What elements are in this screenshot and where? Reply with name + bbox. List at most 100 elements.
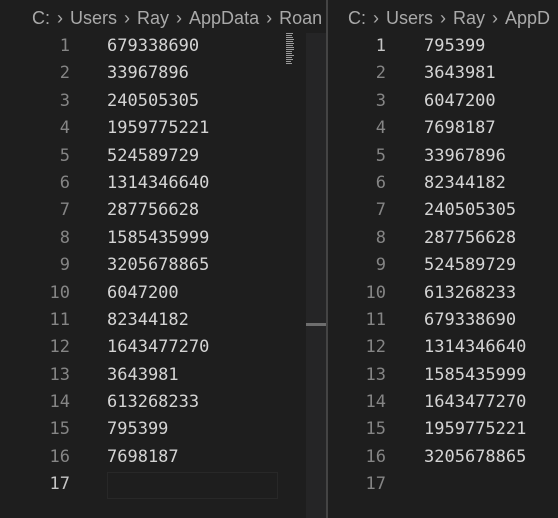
line-text[interactable]: 287756628 [107, 197, 199, 224]
code-line[interactable]: 10 6047200 [0, 280, 326, 307]
code-line[interactable]: 14 1643477270 [328, 389, 558, 416]
code-line[interactable]: 13 1585435999 [328, 362, 558, 389]
line-text[interactable]: 7698187 [107, 444, 179, 471]
code-line[interactable]: 17 [328, 471, 558, 498]
code-line[interactable]: 8 1585435999 [0, 225, 326, 252]
left-editor-pane[interactable]: C: › Users › Ray › AppData › Roan 1 679338690 2 339… [0, 0, 326, 518]
line-text[interactable]: 3205678865 [424, 444, 526, 471]
code-line[interactable]: 1 679338690 [0, 33, 326, 60]
line-number: 13 [49, 364, 70, 385]
line-text[interactable]: 6047200 [107, 280, 179, 307]
code-line[interactable]: 15 1959775221 [328, 416, 558, 443]
line-number: 5 [375, 145, 386, 166]
editor-lines[interactable]: 1 795399 2 3643981 3 6047200 4 7698187 5 33967896… [328, 33, 558, 499]
line-number: 8 [375, 227, 386, 248]
line-text[interactable]: 1585435999 [107, 225, 209, 252]
code-line[interactable]: 12 1314346640 [328, 334, 558, 361]
line-number: 7 [59, 200, 70, 221]
code-line[interactable]: 14 613268233 [0, 389, 326, 416]
code-line[interactable]: 7 287756628 [0, 197, 326, 224]
line-text[interactable]: 3643981 [424, 60, 496, 87]
code-line[interactable]: 12 1643477270 [0, 334, 326, 361]
breadcrumb-segment[interactable]: Roan [279, 8, 322, 29]
line-number: 9 [375, 255, 386, 276]
scrollbar-slider[interactable] [306, 323, 326, 326]
line-text[interactable]: 679338690 [424, 307, 516, 334]
breadcrumb-segment[interactable]: Users [386, 8, 433, 29]
code-line[interactable]: 5 524589729 [0, 143, 326, 170]
line-number: 7 [375, 200, 386, 221]
vertical-scrollbar[interactable] [306, 33, 326, 518]
line-number: 12 [365, 337, 386, 358]
editor-lines[interactable]: 1 679338690 2 33967896 3 240505305 4 1959775221… [0, 33, 326, 500]
breadcrumb-segment[interactable]: Ray [137, 8, 169, 29]
line-text[interactable]: 613268233 [424, 280, 516, 307]
code-line[interactable]: 15 795399 [0, 416, 326, 443]
line-number: 14 [365, 392, 386, 413]
line-text[interactable]: 1643477270 [424, 389, 526, 416]
line-text[interactable]: 795399 [107, 416, 168, 443]
code-line[interactable]: 11 82344182 [0, 307, 326, 334]
code-line[interactable]: 16 7698187 [0, 444, 326, 471]
code-line[interactable]: 8 287756628 [328, 225, 558, 252]
line-number: 4 [375, 118, 386, 139]
line-text[interactable]: 82344182 [424, 170, 506, 197]
line-text[interactable]: 240505305 [107, 88, 199, 115]
breadcrumb-segment[interactable]: AppD [505, 8, 550, 29]
code-line[interactable]: 4 1959775221 [0, 115, 326, 142]
breadcrumb-segment[interactable]: Users [70, 8, 117, 29]
line-text[interactable]: 1959775221 [107, 115, 209, 142]
line-text[interactable]: 33967896 [107, 60, 189, 87]
chevron-right-icon: › [440, 7, 447, 28]
current-line-highlight [107, 472, 278, 500]
line-text[interactable]: 7698187 [424, 115, 496, 142]
code-line[interactable]: 9 3205678865 [0, 252, 326, 279]
code-line[interactable]: 6 82344182 [328, 170, 558, 197]
code-line[interactable]: 7 240505305 [328, 197, 558, 224]
line-number: 10 [365, 282, 386, 303]
minimap[interactable] [286, 33, 294, 65]
code-line[interactable]: 2 3643981 [328, 60, 558, 87]
line-text[interactable]: 1314346640 [424, 334, 526, 361]
line-text[interactable]: 679338690 [107, 33, 199, 60]
line-text[interactable]: 82344182 [107, 307, 189, 334]
line-number: 16 [365, 446, 386, 467]
line-text[interactable]: 1959775221 [424, 416, 526, 443]
line-text[interactable]: 1643477270 [107, 334, 209, 361]
chevron-right-icon: › [57, 7, 63, 28]
breadcrumb-segment[interactable]: C: [348, 8, 366, 29]
line-text[interactable]: 524589729 [107, 143, 199, 170]
code-line[interactable]: 16 3205678865 [328, 444, 558, 471]
code-line[interactable]: 6 1314346640 [0, 170, 326, 197]
line-number: 9 [59, 255, 70, 276]
code-line[interactable]: 11 679338690 [328, 307, 558, 334]
line-text[interactable]: 1314346640 [107, 170, 209, 197]
code-line[interactable]: 4 7698187 [328, 115, 558, 142]
line-text[interactable]: 287756628 [424, 225, 516, 252]
code-line[interactable]: 5 33967896 [328, 143, 558, 170]
line-text[interactable]: 240505305 [424, 197, 516, 224]
code-line[interactable]: 1 795399 [328, 33, 558, 60]
breadcrumb-segment[interactable]: AppData [189, 8, 259, 29]
line-text[interactable]: 3205678865 [107, 252, 209, 279]
code-line[interactable]: 17 [0, 471, 326, 500]
code-line[interactable]: 9 524589729 [328, 252, 558, 279]
breadcrumb-segment[interactable]: Ray [453, 8, 485, 29]
line-text[interactable]: 524589729 [424, 252, 516, 279]
line-text[interactable]: 33967896 [424, 143, 506, 170]
code-line[interactable]: 10 613268233 [328, 280, 558, 307]
line-text[interactable]: 1585435999 [424, 362, 526, 389]
line-text[interactable]: 6047200 [424, 88, 496, 115]
code-line[interactable]: 2 33967896 [0, 60, 326, 87]
code-line[interactable]: 3 240505305 [0, 88, 326, 115]
code-line[interactable]: 13 3643981 [0, 362, 326, 389]
breadcrumb: C: › Users › Ray › AppD [328, 0, 558, 36]
breadcrumb-segment[interactable]: C: [32, 8, 50, 29]
line-number: 3 [59, 90, 70, 111]
line-text[interactable]: 613268233 [107, 389, 199, 416]
line-text[interactable]: 795399 [424, 33, 485, 60]
line-text[interactable]: 3643981 [107, 362, 179, 389]
line-number: 6 [375, 172, 386, 193]
code-line[interactable]: 3 6047200 [328, 88, 558, 115]
right-editor-pane[interactable]: C: › Users › Ray › AppD 1 795399 2 3643981 3 604720… [328, 0, 558, 518]
